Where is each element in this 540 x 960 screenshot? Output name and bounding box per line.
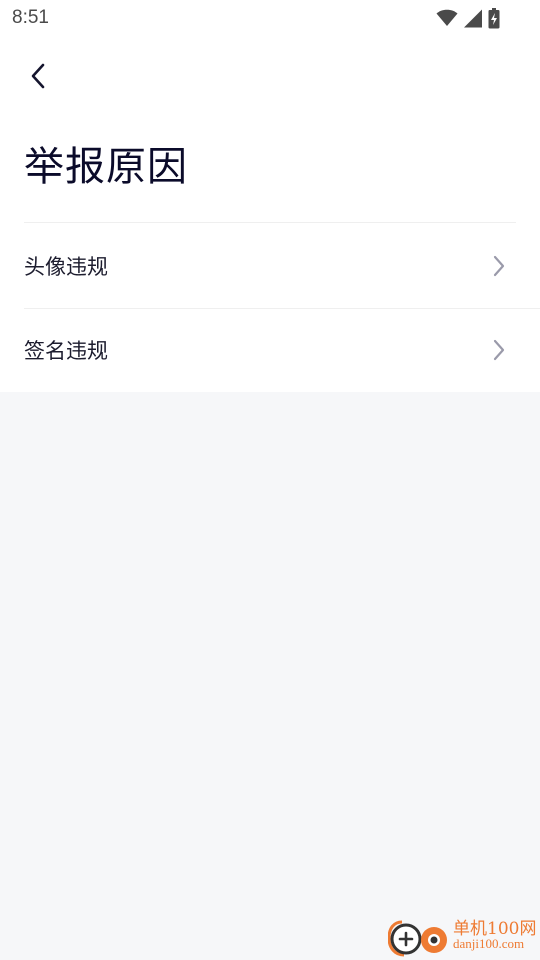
status-time: 8:51 xyxy=(12,7,49,28)
chevron-right-icon xyxy=(492,339,506,361)
report-reason-page: 举报原因 头像违规 签名违规 xyxy=(0,36,540,392)
reason-item-avatar[interactable]: 头像违规 xyxy=(0,224,540,308)
status-icons xyxy=(436,7,500,29)
chevron-right-icon xyxy=(492,255,506,277)
reason-item-label: 头像违规 xyxy=(24,255,108,279)
wifi-icon xyxy=(436,9,458,27)
chevron-left-icon xyxy=(30,63,46,93)
watermark-url: danji100.com xyxy=(453,936,525,951)
status-bar: 8:51 xyxy=(0,0,540,36)
battery-charging-icon xyxy=(488,7,500,29)
cellular-signal-icon xyxy=(463,9,483,28)
watermark: 单机100网 danji100.com xyxy=(387,912,540,960)
divider xyxy=(24,222,516,223)
page-title: 举报原因 xyxy=(24,144,188,190)
reason-item-label: 签名违规 xyxy=(24,339,108,363)
back-button[interactable] xyxy=(20,60,56,96)
reason-item-signature[interactable]: 签名违规 xyxy=(0,308,540,392)
watermark-logo-icon xyxy=(387,916,452,960)
